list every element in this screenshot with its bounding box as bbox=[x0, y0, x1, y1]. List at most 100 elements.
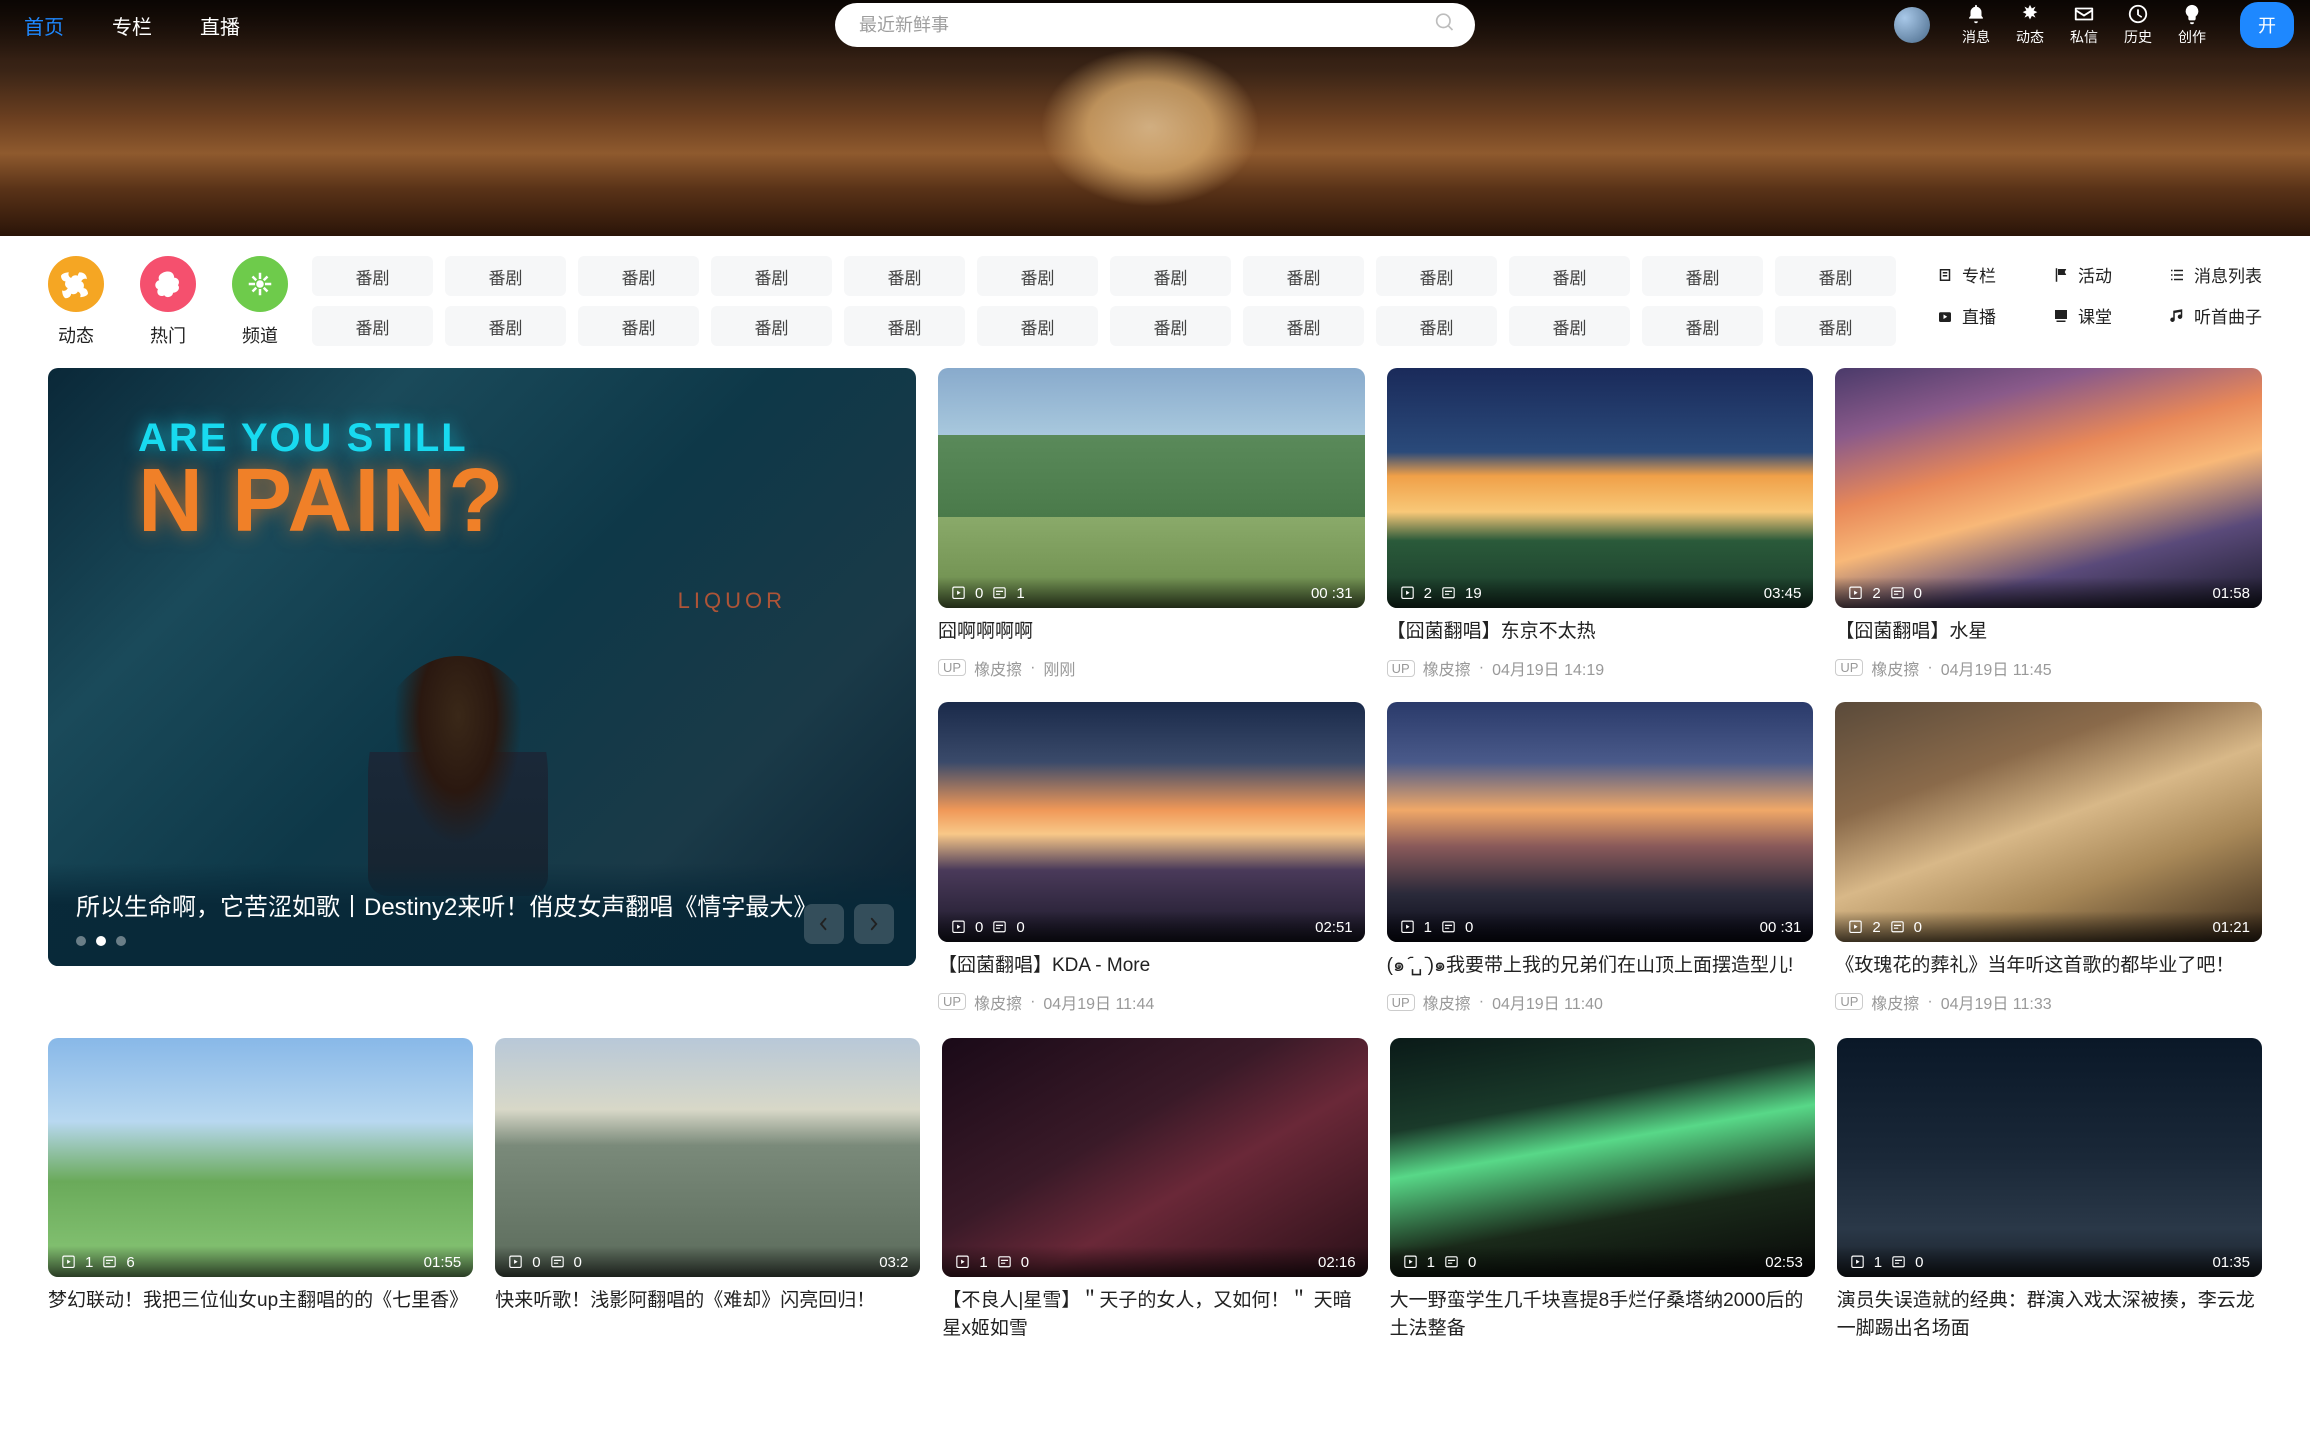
topbar: 首页 专栏 直播 消息 动态 私信 历史 创作 开 bbox=[0, 0, 2310, 50]
video-thumbnail[interactable]: 1 0 02:53 bbox=[1390, 1038, 1815, 1277]
nav-moments[interactable]: 动态 bbox=[2016, 3, 2044, 47]
hero-carousel[interactable]: ARE YOU STILL N PAIN? LIQUOR 所以生命啊，它苦涩如歌… bbox=[48, 368, 916, 966]
video-thumbnail[interactable]: 1 0 00 :31 bbox=[1387, 702, 1814, 942]
video-thumbnail[interactable]: 2 0 01:58 bbox=[1835, 368, 2262, 608]
category-tag[interactable]: 番剧 bbox=[711, 256, 832, 296]
play-count-icon bbox=[954, 1254, 971, 1271]
carousel-dot[interactable] bbox=[76, 936, 86, 946]
video-title[interactable]: 囧啊啊啊啊 bbox=[938, 618, 1365, 646]
video-thumbnail[interactable]: 0 0 02:51 bbox=[938, 702, 1365, 942]
up-badge-icon: UP bbox=[1387, 994, 1415, 1011]
category-tag[interactable]: 番剧 bbox=[1243, 256, 1364, 296]
uploader-name[interactable]: 橡皮擦 bbox=[974, 656, 1022, 680]
up-badge-icon: UP bbox=[1835, 659, 1863, 676]
carousel-next[interactable] bbox=[854, 904, 894, 944]
uploader-name[interactable]: 橡皮擦 bbox=[1423, 990, 1471, 1014]
video-title[interactable]: 【囧菌翻唱】KDA - More bbox=[938, 952, 1365, 980]
category-tag[interactable]: 番剧 bbox=[578, 306, 699, 346]
duration: 02:16 bbox=[1318, 1254, 1356, 1271]
category-tag[interactable]: 番剧 bbox=[977, 306, 1098, 346]
cat-hot[interactable]: 热门 bbox=[140, 256, 196, 348]
duration: 01:21 bbox=[2212, 919, 2250, 936]
category-tag[interactable]: 番剧 bbox=[1775, 256, 1896, 296]
cat-moments[interactable]: 动态 bbox=[48, 256, 104, 348]
side-column[interactable]: 专栏 bbox=[1936, 262, 2030, 287]
upload-date: 04月19日 14:19 bbox=[1492, 656, 1604, 680]
video-title[interactable]: 《玫瑰花的葬礼》当年听这首歌的都毕业了吧！ bbox=[1835, 952, 2262, 980]
video-title[interactable]: 大一野蛮学生几千块喜提8手烂仔桑塔纳2000后的土法整备 bbox=[1390, 1287, 1815, 1342]
category-bar: 动态 热门 频道 番剧番剧番剧番剧番剧番剧番剧番剧番剧番剧番剧番剧番剧番剧番剧番… bbox=[0, 236, 2310, 360]
nav-messages[interactable]: 消息 bbox=[1962, 3, 1990, 47]
side-activity[interactable]: 活动 bbox=[2052, 262, 2146, 287]
upload-date: 04月19日 11:40 bbox=[1492, 990, 1603, 1014]
nav-column[interactable]: 专栏 bbox=[112, 11, 152, 40]
category-tag[interactable]: 番剧 bbox=[1110, 256, 1231, 296]
category-tag[interactable]: 番剧 bbox=[1642, 306, 1763, 346]
category-tag[interactable]: 番剧 bbox=[312, 306, 433, 346]
video-title[interactable]: 演员失误造就的经典：群演入戏太深被揍，李云龙一脚踢出名场面 bbox=[1837, 1287, 2262, 1342]
uploader-name[interactable]: 橡皮擦 bbox=[1871, 990, 1919, 1014]
category-icons: 动态 热门 频道 bbox=[48, 256, 288, 348]
danmaku-icon bbox=[1440, 585, 1457, 602]
video-title[interactable]: (๑ ᷇␣ ᷆)๑我要带上我的兄弟们在山顶上面摆造型儿! bbox=[1387, 952, 1814, 980]
nav-home[interactable]: 首页 bbox=[24, 11, 64, 40]
video-thumbnail[interactable]: 0 0 03:2 bbox=[495, 1038, 920, 1277]
video-thumbnail[interactable]: 0 1 00 :31 bbox=[938, 368, 1365, 608]
danmaku-count: 0 bbox=[1914, 919, 1922, 936]
nav-dm[interactable]: 私信 bbox=[2070, 3, 2098, 47]
video-title[interactable]: 【囧菌翻唱】东京不太热 bbox=[1387, 618, 1814, 646]
carousel-dot[interactable] bbox=[96, 936, 106, 946]
uploader-name[interactable]: 橡皮擦 bbox=[1423, 656, 1471, 680]
side-live[interactable]: 直播 bbox=[1936, 303, 2030, 328]
side-music[interactable]: 听首曲子 bbox=[2168, 303, 2262, 328]
category-tag[interactable]: 番剧 bbox=[1376, 256, 1497, 296]
video-title[interactable]: 梦幻联动！我把三位仙女up主翻唱的的《七里香》 bbox=[48, 1287, 473, 1315]
video-title[interactable]: 快来听歌！浅影阿翻唱的《难却》闪亮回归！ bbox=[495, 1287, 920, 1315]
video-card: 0 0 03:2 快来听歌！浅影阿翻唱的《难却》闪亮回归！ bbox=[495, 1038, 920, 1342]
search-input[interactable] bbox=[835, 3, 1475, 47]
category-tag[interactable]: 番剧 bbox=[1642, 256, 1763, 296]
video-title[interactable]: 【囧菌翻唱】水星 bbox=[1835, 618, 2262, 646]
category-tag[interactable]: 番剧 bbox=[844, 256, 965, 296]
search-icon[interactable] bbox=[1435, 13, 1455, 38]
uploader-name[interactable]: 橡皮擦 bbox=[974, 990, 1022, 1014]
main-content: ARE YOU STILL N PAIN? LIQUOR 所以生命啊，它苦涩如歌… bbox=[0, 360, 2310, 1406]
avatar[interactable] bbox=[1894, 7, 1930, 43]
video-thumbnail[interactable]: 1 0 01:35 bbox=[1837, 1038, 2262, 1277]
nav-live[interactable]: 直播 bbox=[200, 11, 240, 40]
play-count: 1 bbox=[1424, 919, 1432, 936]
play-count-icon bbox=[1402, 1254, 1419, 1271]
video-thumbnail[interactable]: 2 19 03:45 bbox=[1387, 368, 1814, 608]
video-thumbnail[interactable]: 2 0 01:21 bbox=[1835, 702, 2262, 942]
nav-history[interactable]: 历史 bbox=[2124, 3, 2152, 47]
play-count-icon bbox=[1849, 1254, 1866, 1271]
category-tag[interactable]: 番剧 bbox=[977, 256, 1098, 296]
category-tag[interactable]: 番剧 bbox=[1509, 256, 1630, 296]
create-button[interactable]: 开 bbox=[2240, 2, 2294, 48]
video-title[interactable]: 【不良人|星雪】＂天子的女人，又如何！＂ 天暗星x姬如雪 bbox=[942, 1287, 1367, 1342]
danmaku-count: 1 bbox=[1016, 585, 1024, 602]
side-class[interactable]: 课堂 bbox=[2052, 303, 2146, 328]
thumb-overlay: 0 1 00 :31 bbox=[938, 577, 1365, 608]
side-msglist[interactable]: 消息列表 bbox=[2168, 262, 2262, 287]
uploader-name[interactable]: 橡皮擦 bbox=[1871, 656, 1919, 680]
video-thumbnail[interactable]: 1 6 01:55 bbox=[48, 1038, 473, 1277]
category-tag[interactable]: 番剧 bbox=[1509, 306, 1630, 346]
category-tag[interactable]: 番剧 bbox=[445, 256, 566, 296]
category-tag[interactable]: 番剧 bbox=[445, 306, 566, 346]
category-tag[interactable]: 番剧 bbox=[1243, 306, 1364, 346]
cat-channel[interactable]: 频道 bbox=[232, 256, 288, 348]
play-count: 2 bbox=[1872, 585, 1880, 602]
category-tag[interactable]: 番剧 bbox=[1110, 306, 1231, 346]
category-tag[interactable]: 番剧 bbox=[312, 256, 433, 296]
category-tag[interactable]: 番剧 bbox=[1775, 306, 1896, 346]
category-tag[interactable]: 番剧 bbox=[578, 256, 699, 296]
nav-create[interactable]: 创作 bbox=[2178, 3, 2206, 47]
carousel-dot[interactable] bbox=[116, 936, 126, 946]
video-thumbnail[interactable]: 1 0 02:16 bbox=[942, 1038, 1367, 1277]
category-tag[interactable]: 番剧 bbox=[711, 306, 832, 346]
category-tag[interactable]: 番剧 bbox=[1376, 306, 1497, 346]
video-card: 1 6 01:55 梦幻联动！我把三位仙女up主翻唱的的《七里香》 bbox=[48, 1038, 473, 1342]
category-tag[interactable]: 番剧 bbox=[844, 306, 965, 346]
carousel-prev[interactable] bbox=[804, 904, 844, 944]
